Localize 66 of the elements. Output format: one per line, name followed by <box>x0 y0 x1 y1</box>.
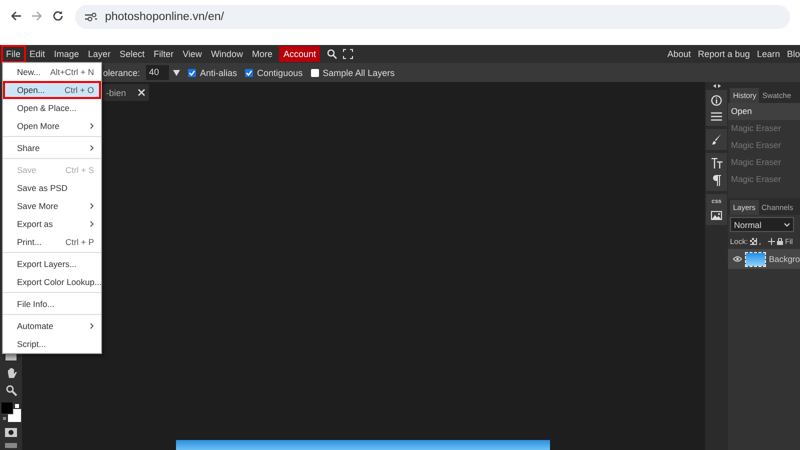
checkbox-label: Contiguous <box>257 68 303 78</box>
menu-item[interactable]: Window <box>206 46 247 62</box>
menu-item[interactable]: Layer <box>84 46 115 62</box>
account-button[interactable]: Account <box>279 46 320 62</box>
fullscreen-icon[interactable] <box>343 49 353 59</box>
checkbox[interactable] <box>245 68 254 76</box>
tolerance-field[interactable]: 40 <box>146 65 170 80</box>
checkbox-label: Anti-alias <box>200 68 238 78</box>
menu-item[interactable]: Export Color Lookup... <box>3 273 101 291</box>
lock-transparency-icon[interactable] <box>750 238 757 245</box>
eye-icon[interactable] <box>733 256 742 262</box>
text-tool-icon[interactable] <box>710 158 722 169</box>
image-icon[interactable] <box>711 211 722 220</box>
menu-item[interactable]: File <box>2 46 25 62</box>
tolerance-label: olerance: <box>103 68 140 78</box>
history-item[interactable]: Open <box>728 103 800 120</box>
menu-item[interactable]: Share <box>3 139 101 157</box>
mask-icon[interactable] <box>5 428 17 437</box>
search-icon[interactable] <box>327 49 337 59</box>
menu-item[interactable]: Open & Place... <box>3 99 101 117</box>
dropdown-triangle-icon[interactable] <box>173 70 180 76</box>
menu-item[interactable]: Automate <box>3 317 101 335</box>
layer-row[interactable]: Backgro <box>728 249 800 269</box>
menu-item[interactable]: Export as <box>3 215 101 233</box>
layer-thumbnail <box>746 252 765 266</box>
blend-mode-dropdown[interactable]: Normal <box>730 217 794 232</box>
checkbox[interactable] <box>188 68 196 76</box>
zoom-tool-icon[interactable] <box>6 385 16 396</box>
brush-icon[interactable] <box>712 134 722 145</box>
back-arrow-icon[interactable] <box>10 10 22 22</box>
reload-icon[interactable] <box>52 10 64 22</box>
document-tab[interactable]: -bien <box>103 84 150 101</box>
color-swatches-icon[interactable] <box>1 402 21 422</box>
url-text[interactable]: photoshoponline.vn/en/ <box>105 11 224 23</box>
nav-link[interactable]: Learn <box>756 49 780 59</box>
layer-name: Backgro <box>768 254 800 264</box>
menu-item[interactable]: Open More <box>3 117 101 135</box>
chevron-down-icon <box>784 222 790 226</box>
nav-link[interactable]: Blo <box>786 49 800 59</box>
menu-item[interactable]: Filter <box>150 46 178 62</box>
checkbox-label: Sample All Layers <box>322 68 395 78</box>
menu-item[interactable]: Export Layers... <box>3 255 101 273</box>
menu-item[interactable]: Print... Ctrl + P <box>3 233 101 251</box>
menu-item[interactable]: Image <box>50 46 84 62</box>
paragraph-icon[interactable] <box>712 175 721 186</box>
menu-item[interactable]: More <box>248 46 276 62</box>
hand-tool-icon[interactable] <box>6 367 16 379</box>
checkbox[interactable] <box>310 68 319 76</box>
nav-link[interactable]: About <box>667 49 691 59</box>
menu-item[interactable]: Edit <box>26 46 50 62</box>
menu-item[interactable]: View <box>178 46 206 62</box>
expand-arrows-icon[interactable] <box>712 84 720 88</box>
site-settings-icon[interactable] <box>85 12 97 22</box>
menu-item[interactable]: Save More <box>3 197 101 215</box>
menu-item[interactable]: Script... <box>3 335 101 353</box>
menu-item[interactable]: Select <box>116 46 149 62</box>
nav-link[interactable]: Report a bug <box>698 49 750 59</box>
menu-item[interactable]: File Info... <box>3 295 101 313</box>
lock-icon[interactable] <box>776 238 783 245</box>
list-icon[interactable] <box>711 112 722 121</box>
lock-move-icon[interactable] <box>768 238 775 245</box>
menu-item[interactable]: Open... Ctrl + O <box>3 81 101 99</box>
close-icon[interactable] <box>138 89 146 96</box>
menu-item[interactable]: Save as PSD <box>3 179 101 197</box>
info-icon[interactable] <box>711 95 722 106</box>
menu-item[interactable]: New... Alt+Ctrl + N <box>3 63 101 81</box>
